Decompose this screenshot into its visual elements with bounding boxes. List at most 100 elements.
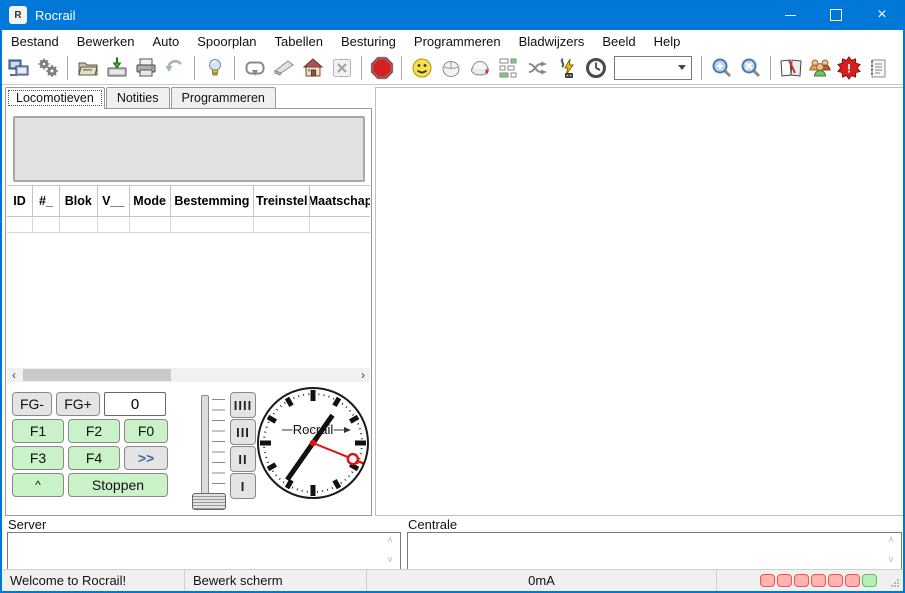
close-box-icon	[331, 57, 353, 79]
minimize-button[interactable]	[767, 0, 813, 30]
col-treinstel[interactable]: Treinstel	[254, 185, 310, 217]
mouse-button[interactable]	[436, 54, 465, 82]
throttle-dial-button[interactable]	[465, 54, 494, 82]
led-indicator	[845, 574, 860, 587]
menu-besturing[interactable]: Besturing	[332, 31, 405, 52]
power-lamp-button[interactable]	[200, 54, 229, 82]
tab-programmeren[interactable]: Programmeren	[171, 87, 276, 109]
users-icon	[808, 57, 832, 79]
col-bestemming[interactable]: Bestemming	[171, 185, 255, 217]
resize-grip[interactable]	[890, 578, 900, 588]
col-mode[interactable]: Mode	[130, 185, 171, 217]
blocks-button[interactable]	[494, 54, 523, 82]
f4-button[interactable]: F4	[68, 446, 120, 470]
scrollbar-thumb[interactable]	[23, 369, 171, 381]
status-mode-cell: Bewerk scherm	[185, 570, 367, 591]
power-booster-button[interactable]	[552, 54, 581, 82]
f3-button[interactable]: F3	[12, 446, 64, 470]
step2-button[interactable]: II	[230, 446, 256, 472]
open-file-button[interactable]	[73, 54, 102, 82]
scroll-right-icon[interactable]: ›	[356, 368, 370, 382]
zoom-reset-button[interactable]	[736, 54, 765, 82]
f1-button[interactable]: F1	[12, 419, 64, 443]
zoom-in-button[interactable]	[707, 54, 736, 82]
col-maatschappij[interactable]: Maatschap	[310, 185, 370, 217]
step3-button[interactable]: III	[230, 419, 256, 445]
maximize-button[interactable]	[813, 0, 859, 30]
smiley-button[interactable]	[407, 54, 436, 82]
tab-notities[interactable]: Notities	[106, 87, 170, 109]
central-log[interactable]: ∧∨	[407, 532, 902, 570]
step1-button[interactable]: I	[230, 473, 256, 499]
release-notes-icon	[867, 57, 889, 79]
zoom-in-icon	[711, 57, 733, 79]
chevron-down-icon: ∨	[888, 555, 895, 565]
release-notes-button[interactable]	[863, 54, 892, 82]
issue-alert-button[interactable]: !	[834, 54, 863, 82]
menu-auto[interactable]: Auto	[144, 31, 189, 52]
manual-button[interactable]	[776, 54, 805, 82]
step4-button[interactable]: IIII	[230, 392, 256, 418]
menu-bladwijzers[interactable]: Bladwijzers	[510, 31, 594, 52]
server-log[interactable]: ∧∨	[7, 532, 401, 570]
router-icon	[527, 57, 549, 79]
print-button[interactable]	[131, 54, 160, 82]
menu-beeld[interactable]: Beeld	[593, 31, 644, 52]
col-v[interactable]: V__	[98, 185, 130, 217]
open-book-icon	[779, 57, 803, 79]
undo-button[interactable]	[160, 54, 189, 82]
trackplan-canvas[interactable]	[375, 87, 905, 516]
loco-combobox[interactable]	[614, 56, 692, 80]
rocrail-window: R Rocrail × Bestand Bewerken Auto Spoorp…	[0, 0, 905, 593]
menu-programmeren[interactable]: Programmeren	[405, 31, 510, 52]
loc-table-header-row: ID #_ Blok V__ Mode Bestemming Treinstel…	[7, 185, 370, 217]
col-blok[interactable]: Blok	[60, 185, 98, 217]
settings-button[interactable]	[33, 54, 62, 82]
f0-button[interactable]: F0	[124, 419, 168, 443]
eraser-button[interactable]	[269, 54, 298, 82]
server-log-scroll[interactable]: ∧∨	[383, 535, 397, 565]
col-id[interactable]: ID	[7, 185, 33, 217]
fast-clock-button[interactable]	[581, 54, 610, 82]
fg-plus-button[interactable]: FG+	[56, 392, 100, 416]
menu-bestand[interactable]: Bestand	[2, 31, 68, 52]
menu-help[interactable]: Help	[645, 31, 690, 52]
fast-clock-icon	[585, 57, 607, 79]
speed-input[interactable]	[104, 392, 166, 416]
emergency-stop-button[interactable]	[367, 54, 396, 82]
tab-locomotieven[interactable]: Locomotieven	[5, 87, 105, 109]
titlebar: R Rocrail ×	[0, 0, 905, 30]
loc-panel: Locomotieven Notities Programmeren ID #_…	[5, 87, 372, 515]
router-button[interactable]	[523, 54, 552, 82]
stop-button[interactable]: Stoppen	[68, 473, 168, 497]
led-indicator	[794, 574, 809, 587]
more-functions-button[interactable]: >>	[124, 446, 168, 470]
direction-button[interactable]: ^	[12, 473, 64, 497]
led-indicator	[862, 574, 877, 587]
loc-table-hscrollbar[interactable]: ‹ ›	[7, 368, 370, 382]
workstation-icon	[8, 57, 30, 79]
led-indicator	[777, 574, 792, 587]
users-button[interactable]	[805, 54, 834, 82]
home-icon	[302, 57, 324, 79]
workstation-button[interactable]	[4, 54, 33, 82]
save-button[interactable]	[102, 54, 131, 82]
menu-bewerken[interactable]: Bewerken	[68, 31, 144, 52]
toolbar-separator	[234, 56, 235, 80]
close-tab-button[interactable]	[327, 54, 356, 82]
menu-tabellen[interactable]: Tabellen	[266, 31, 332, 52]
fg-minus-button[interactable]: FG-	[12, 392, 52, 416]
loop-button[interactable]	[240, 54, 269, 82]
sensor-led-strip	[760, 574, 877, 587]
home-button[interactable]	[298, 54, 327, 82]
col-address[interactable]: #_	[33, 185, 60, 217]
slider-handle[interactable]	[192, 493, 226, 510]
speed-slider[interactable]	[192, 393, 226, 509]
close-button[interactable]: ×	[859, 0, 905, 30]
menu-spoorplan[interactable]: Spoorplan	[188, 31, 265, 52]
menubar: Bestand Bewerken Auto Spoorplan Tabellen…	[2, 30, 903, 52]
scroll-left-icon[interactable]: ‹	[7, 368, 21, 382]
toolbar-separator	[194, 56, 195, 80]
central-log-scroll[interactable]: ∧∨	[884, 535, 898, 565]
f2-button[interactable]: F2	[68, 419, 120, 443]
